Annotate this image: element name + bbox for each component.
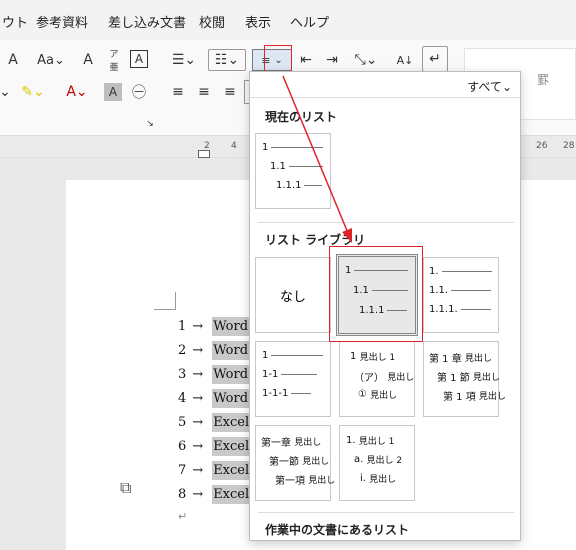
annotation-arrow	[282, 75, 352, 243]
